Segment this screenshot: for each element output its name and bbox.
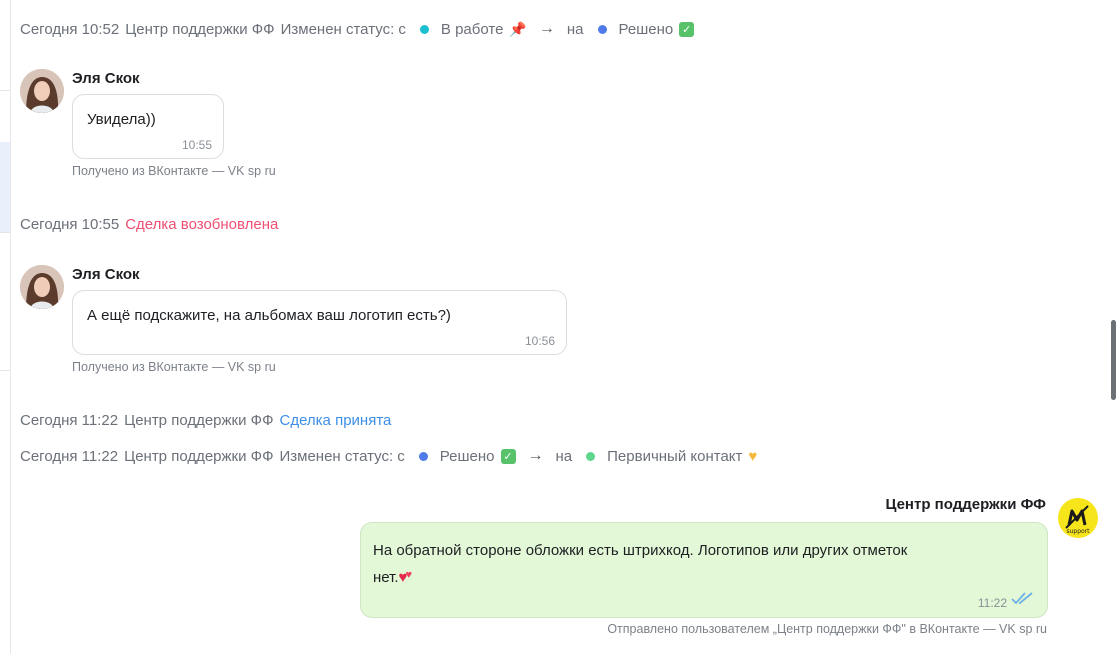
status-dot-icon xyxy=(418,451,428,461)
divider xyxy=(0,90,10,91)
sender-name[interactable]: Центр поддержки ФФ xyxy=(885,496,1046,513)
to-word: на xyxy=(566,20,584,38)
event-action: Изменен статус: с xyxy=(279,447,405,465)
status-change-event: Сегодня 10:52 Центр поддержки ФФ Изменен… xyxy=(20,20,695,38)
event-actor: Центр поддержки ФФ xyxy=(124,412,274,429)
status-dot-icon xyxy=(586,451,596,461)
deal-accepted-event: Сегодня 11:22 Центр поддержки ФФ Сделка … xyxy=(20,412,391,429)
message-time: 11:22 xyxy=(977,596,1007,610)
status-dot-icon xyxy=(597,24,607,34)
pushpin-icon: 📌 xyxy=(509,20,527,37)
avatar[interactable] xyxy=(20,69,64,113)
event-actor: Центр поддержки ФФ xyxy=(124,447,274,465)
divider xyxy=(0,232,10,233)
to-word: на xyxy=(555,447,573,465)
event-actor: Центр поддержки ФФ xyxy=(125,20,275,38)
sender-name[interactable]: Эля Скок xyxy=(72,70,140,87)
status-to: Решено xyxy=(618,20,674,38)
event-date: Сегодня 11:22 xyxy=(20,412,119,429)
event-date: Сегодня 10:52 xyxy=(20,20,120,38)
event-date: Сегодня 10:55 xyxy=(20,216,120,233)
company-logo-avatar[interactable]: support xyxy=(1058,498,1098,538)
message-text: На обратной стороне обложки есть штрихко… xyxy=(373,537,1013,591)
status-change-event: Сегодня 11:22 Центр поддержки ФФ Изменен… xyxy=(20,447,757,465)
status-from: В работе xyxy=(440,20,504,38)
message-source: Получено из ВКонтакте — VK sp ru xyxy=(72,164,276,178)
message-text-line1: На обратной стороне обложки есть штрихко… xyxy=(373,542,908,559)
event-action: Сделка принята xyxy=(279,412,392,429)
sender-name[interactable]: Эля Скок xyxy=(72,266,140,283)
message-text: А ещё подскажите, на альбомах ваш логоти… xyxy=(87,307,451,324)
outgoing-message-bubble: На обратной стороне обложки есть штрихко… xyxy=(360,522,1048,618)
logo-caption: support xyxy=(1066,528,1090,535)
event-date: Сегодня 11:22 xyxy=(20,447,119,465)
event-action: Изменен статус: с xyxy=(280,20,406,38)
selected-row-highlight xyxy=(0,142,10,232)
event-action: Сделка возобновлена xyxy=(125,216,279,233)
message-time: 10:56 xyxy=(524,334,555,348)
message-bubble: Увидела)) 10:55 xyxy=(72,94,224,159)
avatar[interactable] xyxy=(20,265,64,309)
check-mark-icon: ✓ xyxy=(500,448,516,464)
arrow-icon: → xyxy=(527,447,544,464)
double-check-icon xyxy=(1011,591,1035,610)
status-to: Первичный контакт xyxy=(607,447,743,465)
left-panel-edge xyxy=(0,0,11,654)
message-text-line2: нет. xyxy=(373,569,399,586)
message-bubble: А ещё подскажите, на альбомах ваш логоти… xyxy=(72,290,567,355)
two-hearts-icon: ♥ ♥ xyxy=(398,569,413,586)
deal-reopened-event: Сегодня 10:55 Сделка возобновлена xyxy=(20,216,278,233)
yellow-heart-icon: ♥ xyxy=(748,447,758,465)
message-text: Увидела)) xyxy=(87,111,156,128)
scrollbar[interactable] xyxy=(1111,320,1116,400)
status-dot-icon xyxy=(419,24,429,34)
message-source: Отправлено пользователем „Центр поддержк… xyxy=(607,622,1047,636)
divider xyxy=(0,370,10,371)
message-time: 10:55 xyxy=(181,138,212,152)
message-source: Получено из ВКонтакте — VK sp ru xyxy=(72,360,276,374)
check-mark-icon: ✓ xyxy=(679,21,695,37)
arrow-icon: → xyxy=(538,20,555,37)
status-from: Решено xyxy=(439,447,495,465)
